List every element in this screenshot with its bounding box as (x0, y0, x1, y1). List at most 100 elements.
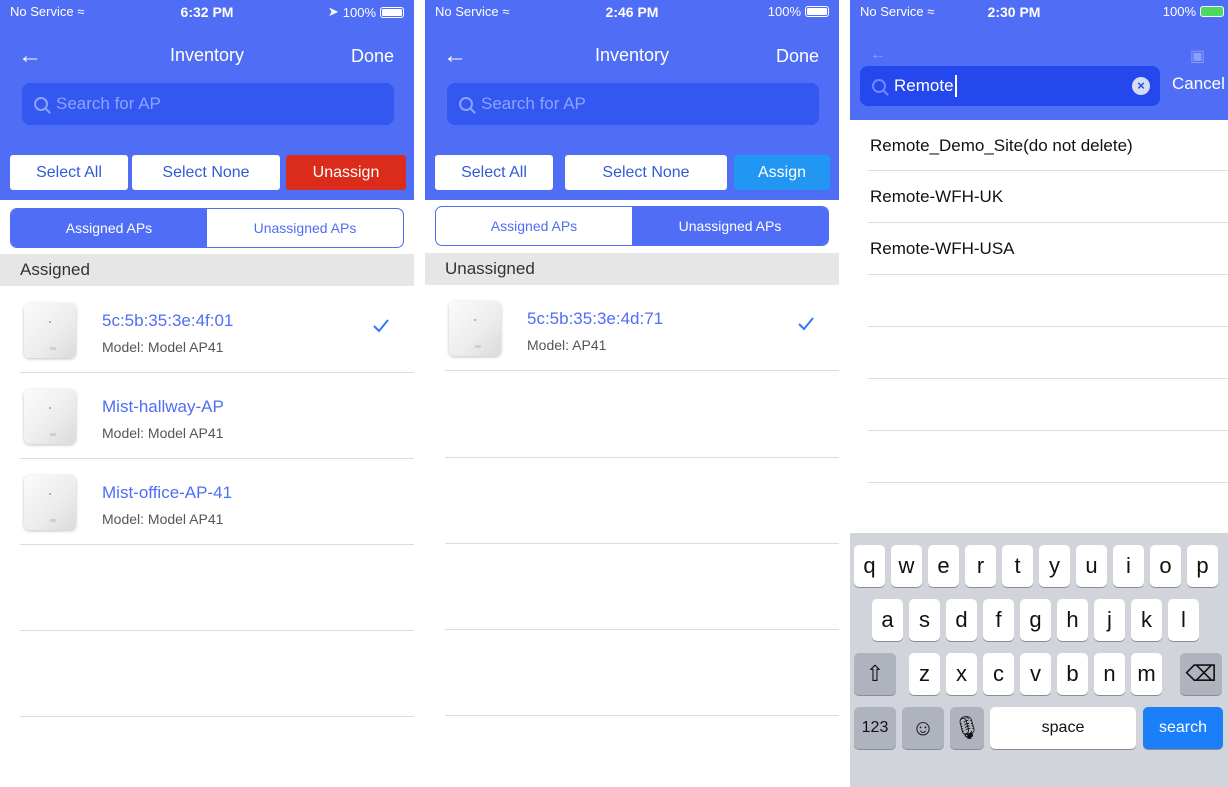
ap-device-image (24, 475, 76, 530)
camera-icon: ▣ (1190, 48, 1206, 65)
microphone-icon[interactable]: 🎙 (950, 707, 984, 749)
search-value: Remote (894, 76, 954, 95)
key-d[interactable]: d (946, 599, 977, 641)
section-header: Unassigned (425, 253, 839, 285)
row-divider (20, 716, 414, 717)
space-key[interactable]: space (990, 707, 1136, 749)
key-f[interactable]: f (983, 599, 1014, 641)
status-bar: No Service ≈ 2:46 PM 100% (425, 0, 839, 24)
key-a[interactable]: a (872, 599, 903, 641)
key-n[interactable]: n (1094, 653, 1125, 695)
section-header: Assigned (0, 254, 414, 286)
status-bar: No Service ≈ 6:32 PM ➤ 100% (0, 0, 414, 24)
ap-tabs: Assigned APs Unassigned APs (435, 206, 829, 246)
row-divider (868, 430, 1228, 431)
select-none-button[interactable]: Select None (132, 155, 280, 190)
emoji-icon[interactable]: ☺ (902, 707, 944, 749)
search-input[interactable]: Search for AP (447, 83, 819, 125)
select-all-button[interactable]: Select All (435, 155, 553, 190)
key-m[interactable]: m (1131, 653, 1162, 695)
key-y[interactable]: y (1039, 545, 1070, 587)
ap-model: Model: AP41 (527, 337, 607, 353)
list-item[interactable]: Remote-WFH-USA (850, 223, 1228, 275)
ap-tabs: Assigned APs Unassigned APs (10, 208, 404, 248)
back-arrow-icon: ← (870, 46, 886, 63)
ap-name: Mist-hallway-AP (102, 397, 224, 416)
battery-indicator: 100% (1163, 4, 1224, 19)
key-u[interactable]: u (1076, 545, 1107, 587)
tab-unassigned-aps[interactable]: Unassigned APs (207, 209, 403, 247)
battery-charging-icon (1200, 6, 1224, 17)
key-r[interactable]: r (965, 545, 996, 587)
select-all-button[interactable]: Select All (10, 155, 128, 190)
key-g[interactable]: g (1020, 599, 1051, 641)
list-item[interactable]: Mist-hallway-AP Model: Model AP41 (20, 373, 414, 459)
key-w[interactable]: w (891, 545, 922, 587)
key-q[interactable]: q (854, 545, 885, 587)
battery-indicator: 100% (768, 4, 829, 19)
search-input[interactable]: Remote × (860, 66, 1160, 106)
search-placeholder: Search for AP (481, 94, 586, 113)
tab-assigned-aps[interactable]: Assigned APs (436, 207, 632, 245)
battery-indicator: ➤ 100% (328, 4, 404, 20)
ap-model: Model: Model AP41 (102, 425, 224, 441)
search-input[interactable]: Search for AP (22, 83, 394, 125)
key-b[interactable]: b (1057, 653, 1088, 695)
list-item[interactable]: 5c:5b:35:3e:4d:71 Model: AP41 (445, 285, 839, 371)
checkmark-icon (373, 319, 389, 333)
key-o[interactable]: o (1150, 545, 1181, 587)
text-cursor (954, 75, 957, 97)
ap-name: 5c:5b:35:3e:4f:01 (102, 311, 234, 330)
selection-toolbar: Select All Select None Unassign (0, 145, 414, 200)
key-v[interactable]: v (1020, 653, 1051, 695)
tab-unassigned-aps[interactable]: Unassigned APs (632, 207, 828, 245)
list-item[interactable]: 5c:5b:35:3e:4f:01 Model: Model AP41 (20, 287, 414, 373)
result-label: Remote-WFH-UK (870, 187, 1004, 206)
key-c[interactable]: c (983, 653, 1014, 695)
tab-assigned-aps[interactable]: Assigned APs (11, 209, 207, 247)
search-icon (34, 97, 48, 111)
row-divider (445, 715, 839, 716)
ap-device-image (24, 389, 76, 444)
numbers-key[interactable]: 123 (854, 707, 896, 749)
clear-icon[interactable]: × (1132, 77, 1150, 95)
key-i[interactable]: i (1113, 545, 1144, 587)
key-z[interactable]: z (909, 653, 940, 695)
assign-button[interactable]: Assign (734, 155, 830, 190)
key-j[interactable]: j (1094, 599, 1125, 641)
key-x[interactable]: x (946, 653, 977, 695)
done-button[interactable]: Done (776, 46, 819, 67)
inventory-unassigned-screen: No Service ≈ 2:46 PM 100% ← Inventory Do… (425, 0, 839, 787)
backspace-icon[interactable]: ⌫ (1180, 653, 1222, 695)
key-e[interactable]: e (928, 545, 959, 587)
row-divider (20, 630, 414, 631)
result-label: Remote_Demo_Site(do not delete) (870, 136, 1133, 155)
done-button[interactable]: Done (351, 46, 394, 67)
key-l[interactable]: l (1168, 599, 1199, 641)
row-divider (868, 326, 1228, 327)
search-key[interactable]: search (1143, 707, 1223, 749)
unassign-button[interactable]: Unassign (286, 155, 406, 190)
list-item[interactable]: Mist-office-AP-41 Model: Model AP41 (20, 459, 414, 545)
key-h[interactable]: h (1057, 599, 1088, 641)
shift-icon[interactable]: ⇧ (854, 653, 896, 695)
row-divider (445, 457, 839, 458)
list-item[interactable]: Remote_Demo_Site(do not delete) (850, 120, 1228, 172)
cancel-button[interactable]: Cancel (1172, 74, 1225, 94)
battery-icon (380, 6, 404, 18)
select-none-button[interactable]: Select None (565, 155, 727, 190)
ap-name: 5c:5b:35:3e:4d:71 (527, 309, 664, 328)
key-p[interactable]: p (1187, 545, 1218, 587)
ap-name: Mist-office-AP-41 (102, 483, 233, 502)
key-s[interactable]: s (909, 599, 940, 641)
list-item[interactable]: Remote-WFH-UK (850, 171, 1228, 223)
location-icon: ➤ (327, 4, 339, 19)
inventory-assigned-screen: No Service ≈ 6:32 PM ➤ 100% ← Inventory D… (0, 0, 414, 787)
search-icon (459, 97, 473, 111)
ap-device-image (449, 301, 501, 356)
key-k[interactable]: k (1131, 599, 1162, 641)
key-t[interactable]: t (1002, 545, 1033, 587)
ap-device-image (24, 303, 76, 358)
ap-model: Model: Model AP41 (102, 339, 224, 355)
result-label: Remote-WFH-USA (870, 239, 1015, 258)
